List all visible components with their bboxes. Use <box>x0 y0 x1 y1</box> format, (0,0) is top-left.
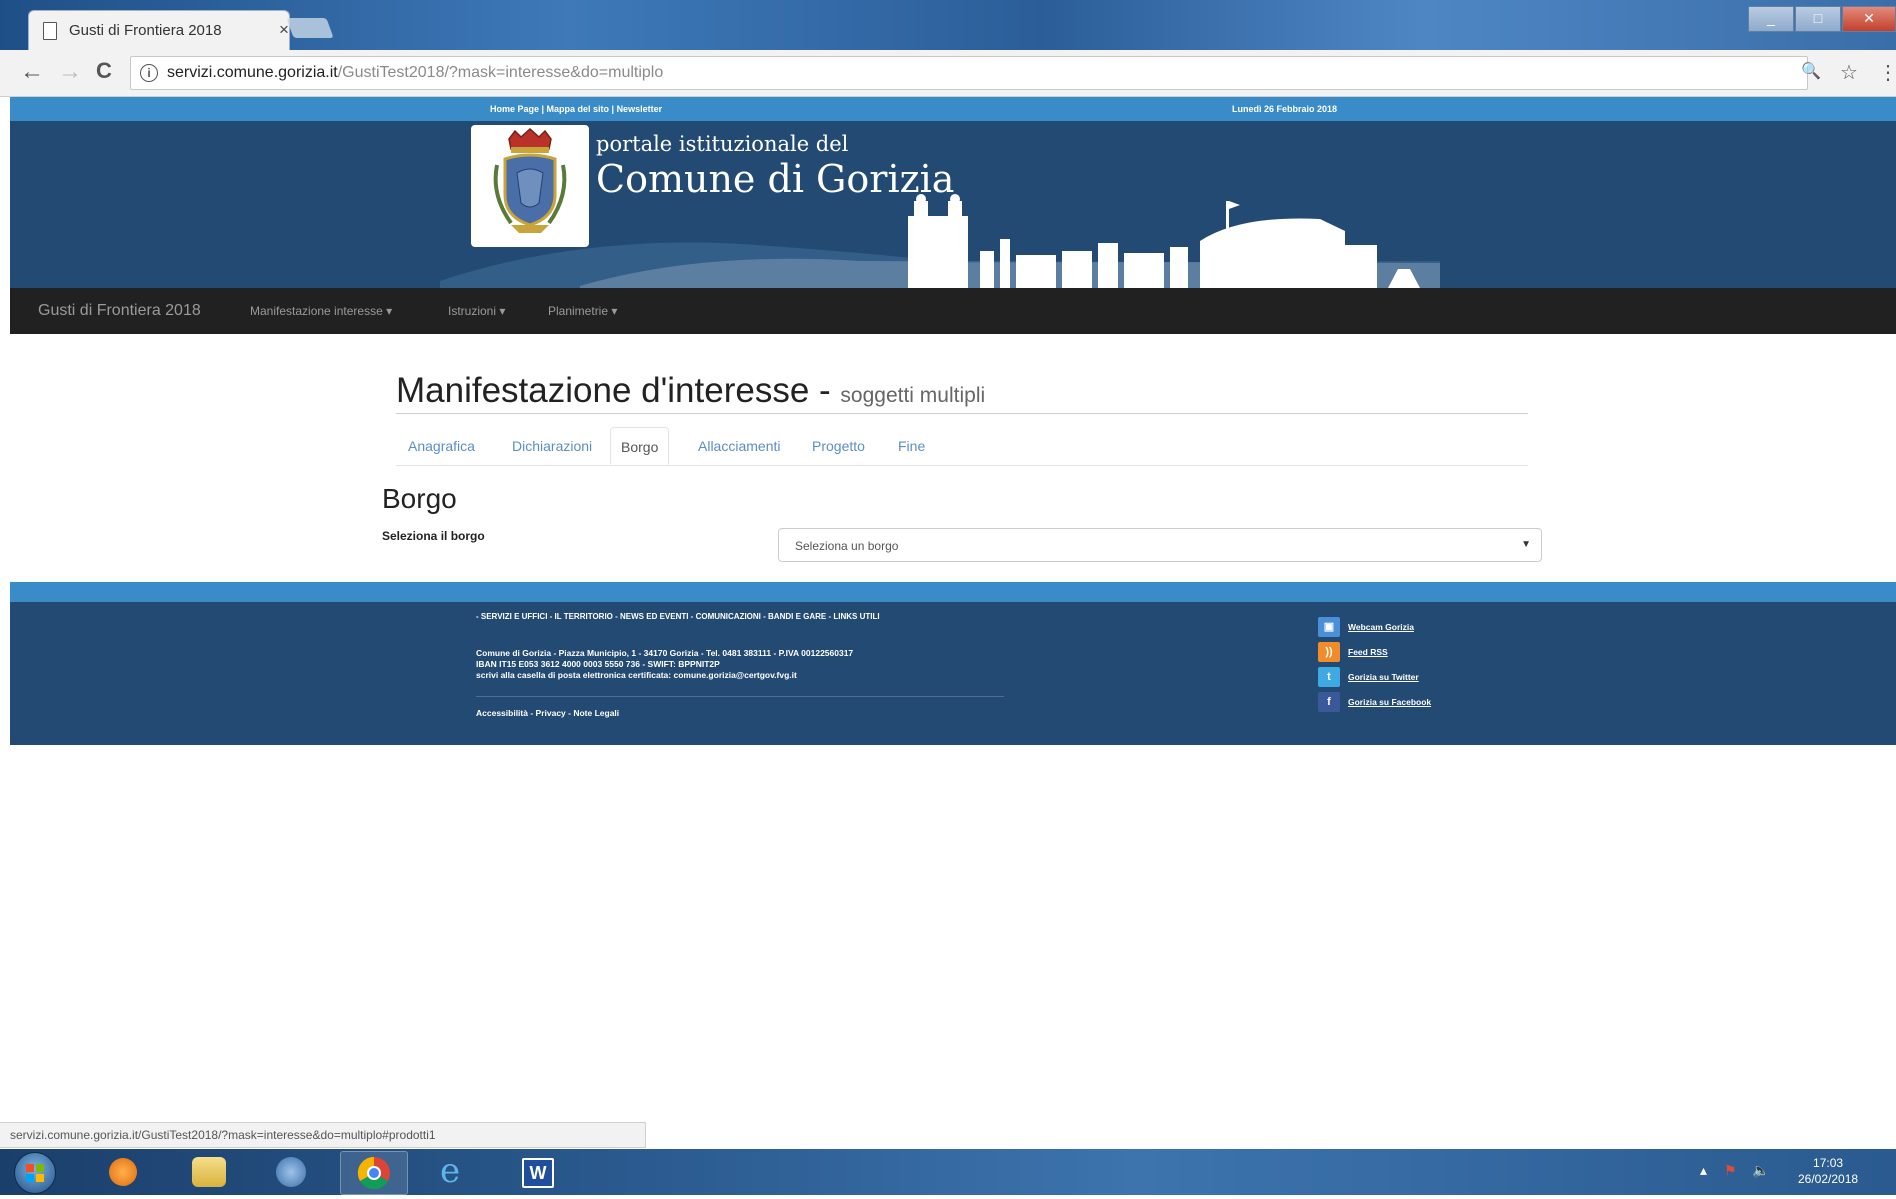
site-navbar: Gusti di Frontiera 2018 Manifestazione i… <box>10 288 1896 334</box>
page-title-separator: - <box>809 371 841 410</box>
social-label: Feed RSS <box>1348 647 1388 657</box>
address-line: scrivi alla casella di posta elettronica… <box>476 670 797 680</box>
media-player-icon <box>109 1158 137 1186</box>
twitter-icon: t <box>1318 667 1340 687</box>
url-host: servizi.comune.gorizia.it <box>167 64 338 81</box>
browser-tab[interactable]: Gusti di Frontiera 2018 × <box>28 10 290 51</box>
page-title-main: Manifestazione d'interesse <box>396 371 810 410</box>
url-path: /GustiTest2018/?mask=interesse&do=multip… <box>337 64 664 81</box>
borgo-select-value: Seleziona un borgo <box>795 539 899 553</box>
minimize-button[interactable]: _ <box>1748 6 1794 32</box>
page-subtitle: soggetti multipli <box>840 384 986 407</box>
chrome-icon <box>357 1156 390 1190</box>
webcam-icon: ▣ <box>1318 617 1340 637</box>
taskbar-word[interactable]: W <box>504 1151 570 1193</box>
form-tabs: Anagrafica Dichiarazioni Borgo Allacciam… <box>396 427 1528 466</box>
facebook-icon: f <box>1318 692 1340 712</box>
page-title: Manifestazione d'interesse - soggetti mu… <box>396 371 985 411</box>
footer-divider <box>476 696 1004 697</box>
url-text: servizi.comune.gorizia.it/GustiTest2018/… <box>167 64 663 82</box>
shield-app-icon <box>276 1157 306 1187</box>
site-banner: portale istituzionale del Comune di Gori… <box>10 121 1896 288</box>
footer-links[interactable]: - SERVIZI E UFFICI - IL TERRITORIO - NEW… <box>476 612 880 621</box>
menu-icon[interactable]: ⋮ <box>1878 60 1896 85</box>
title-divider <box>396 413 1528 414</box>
clock-time: 17:03 <box>1813 1156 1844 1170</box>
navbar-brand[interactable]: Gusti di Frontiera 2018 <box>38 302 201 320</box>
back-button[interactable]: ← <box>20 58 44 86</box>
taskbar-internet-explorer[interactable]: e <box>422 1151 488 1193</box>
social-link-rss[interactable]: )) Feed RSS <box>1318 642 1388 662</box>
chevron-down-icon: ▼ <box>1521 539 1531 550</box>
footer-accent-strip <box>10 582 1896 602</box>
header-date: Lunedì 26 Febbraio 2018 <box>1232 104 1338 114</box>
tab-anagrafica[interactable]: Anagrafica <box>398 427 485 465</box>
footer-address: Comune di Gorizia - Piazza Municipio, 1 … <box>476 648 853 681</box>
maximize-button[interactable]: □ <box>1795 6 1841 32</box>
tab-allacciamenti[interactable]: Allacciamenti <box>688 427 790 465</box>
address-bar[interactable]: i servizi.comune.gorizia.it/GustiTest201… <box>130 56 1821 90</box>
status-url: servizi.comune.gorizia.it/GustiTest2018/… <box>10 1128 436 1142</box>
borgo-select[interactable]: Seleziona un borgo ▼ <box>778 528 1542 562</box>
word-icon: W <box>522 1158 554 1188</box>
tab-fine[interactable]: Fine <box>888 427 935 465</box>
folder-icon <box>192 1157 226 1187</box>
taskbar-media-player[interactable] <box>90 1151 156 1193</box>
social-link-webcam[interactable]: ▣ Webcam Gorizia <box>1318 617 1414 637</box>
bookmark-star-icon[interactable]: ☆ <box>1840 60 1858 85</box>
window-controls: _ □ ✕ <box>1747 6 1896 34</box>
windows-taskbar: e W ▴ ⚑ 🔈 17:03 26/02/2018 <box>0 1149 1896 1195</box>
page-icon <box>43 22 57 40</box>
social-label: Webcam Gorizia <box>1348 622 1414 632</box>
social-link-facebook[interactable]: f Gorizia su Facebook <box>1318 692 1431 712</box>
reload-button[interactable]: C <box>96 58 112 84</box>
tab-dichiarazioni[interactable]: Dichiarazioni <box>502 427 602 465</box>
new-tab-button[interactable] <box>286 18 334 38</box>
site-footer: - SERVIZI E UFFICI - IL TERRITORIO - NEW… <box>10 602 1896 745</box>
tray-expand-icon[interactable]: ▴ <box>1700 1162 1707 1179</box>
top-utility-strip: Home Page | Mappa del sito | Newsletter … <box>10 97 1896 121</box>
ie-icon: e <box>440 1151 461 1191</box>
footer-legal-links[interactable]: Accessibilità - Privacy - Note Legali <box>476 708 619 718</box>
windows-logo-icon <box>26 1164 44 1182</box>
action-center-flag-icon[interactable]: ⚑ <box>1724 1162 1737 1179</box>
borgo-field-label: Seleziona il borgo <box>382 529 485 543</box>
forward-button[interactable]: → <box>58 58 82 86</box>
browser-status-bar: servizi.comune.gorizia.it/GustiTest2018/… <box>0 1122 646 1148</box>
section-heading: Borgo <box>382 483 457 514</box>
volume-icon[interactable]: 🔈 <box>1752 1162 1769 1179</box>
tab-progetto[interactable]: Progetto <box>802 427 875 465</box>
utility-links[interactable]: Home Page | Mappa del sito | Newsletter <box>490 104 662 114</box>
address-line: Comune di Gorizia - Piazza Municipio, 1 … <box>476 648 854 658</box>
rss-icon: )) <box>1318 642 1340 662</box>
info-icon[interactable]: i <box>140 64 158 82</box>
social-label: Gorizia su Twitter <box>1348 672 1419 682</box>
tab-borgo[interactable]: Borgo <box>610 427 670 465</box>
taskbar-chrome[interactable] <box>340 1151 408 1195</box>
zoom-icon[interactable]: 🔍 <box>1801 61 1821 81</box>
portal-subtitle: portale istituzionale del <box>596 132 849 156</box>
start-button[interactable] <box>14 1152 56 1194</box>
social-label: Gorizia su Facebook <box>1348 697 1432 707</box>
nav-item-planimetrie[interactable]: Planimetrie ▾ <box>548 304 617 318</box>
social-link-twitter[interactable]: t Gorizia su Twitter <box>1318 667 1419 687</box>
taskbar-explorer[interactable] <box>176 1151 242 1193</box>
close-window-button[interactable]: ✕ <box>1842 6 1896 32</box>
address-line: IBAN IT15 E053 3612 4000 0003 5550 736 -… <box>476 659 720 669</box>
nav-item-istruzioni[interactable]: Istruzioni ▾ <box>448 304 505 318</box>
nav-item-manifestazione[interactable]: Manifestazione interesse ▾ <box>250 304 392 318</box>
system-clock[interactable]: 17:03 26/02/2018 <box>1798 1155 1858 1187</box>
tab-title: Gusti di Frontiera 2018 <box>69 22 222 39</box>
browser-toolbar: ← → C i servizi.comune.gorizia.it/GustiT… <box>0 50 1896 97</box>
clock-date: 26/02/2018 <box>1798 1172 1859 1186</box>
city-skyline-illustration <box>440 194 1440 288</box>
browser-titlebar: Gusti di Frontiera 2018 × _ □ ✕ <box>0 0 1896 51</box>
taskbar-app-shield[interactable] <box>258 1151 324 1193</box>
